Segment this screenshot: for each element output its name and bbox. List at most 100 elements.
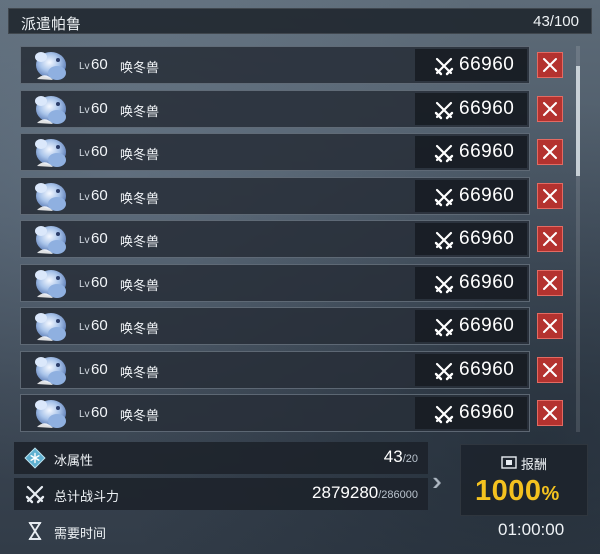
pal-row-body[interactable]: Lv 60 唤冬兽 66960: [20, 394, 530, 432]
ice-pal-portrait: [35, 313, 66, 341]
remove-pal-button[interactable]: [537, 139, 563, 165]
close-icon: [543, 232, 557, 246]
crossed-swords-icon: [434, 362, 454, 380]
power-value: 66960: [459, 97, 515, 119]
reward-unit: %: [541, 483, 560, 505]
pal-row[interactable]: Lv 60 唤冬兽 66960: [20, 133, 572, 171]
ice-pal-portrait: [35, 95, 66, 124]
pal-name: 唤冬兽: [120, 365, 160, 381]
remove-pal-button[interactable]: [537, 95, 563, 122]
pal-row-body[interactable]: Lv 60 唤冬兽 66960: [20, 350, 530, 389]
pal-row-body[interactable]: Lv 60 唤冬兽 66960: [20, 176, 530, 215]
pal-row[interactable]: Lv 60 唤冬兽 66960: [20, 46, 572, 84]
pal-name: 唤冬兽: [120, 191, 160, 207]
pal-name: 唤冬兽: [120, 409, 160, 424]
element-row: 冰属性 43/20: [14, 442, 428, 474]
level-value: 60: [91, 230, 108, 247]
ice-pal-portrait: [35, 52, 66, 80]
pal-row-body[interactable]: Lv 60 唤冬兽 66960: [20, 89, 530, 128]
power-box: 66960: [415, 136, 527, 168]
pal-name: 唤冬兽: [120, 322, 160, 337]
pal-name: 唤冬兽: [120, 148, 160, 163]
crossed-swords-icon: [434, 144, 454, 163]
level-value: 60: [91, 404, 108, 421]
close-icon: [543, 406, 557, 420]
power-box: 66960: [415, 223, 527, 255]
level-value: 60: [91, 186, 108, 204]
level-prefix: Lv: [79, 365, 90, 377]
total-power-label: 总计战斗力: [54, 490, 120, 505]
level-prefix: Lv: [79, 191, 90, 203]
remove-pal-button[interactable]: [537, 313, 563, 339]
scrollbar-thumb[interactable]: [576, 66, 580, 176]
pal-list[interactable]: Lv 60 唤冬兽 66960 Lv 60 唤冬兽 66960 Lv 60 唤冬…: [20, 46, 572, 432]
remove-pal-button[interactable]: [537, 182, 563, 209]
level-value: 60: [91, 317, 108, 334]
level-prefix: Lv: [79, 235, 90, 246]
power-box: 66960: [415, 353, 527, 386]
level-prefix: Lv: [79, 61, 90, 72]
close-icon: [543, 362, 557, 377]
pal-row[interactable]: Lv 60 唤冬兽 66960: [20, 176, 572, 215]
crossed-swords-icon: [434, 275, 454, 293]
crossed-swords-icon: [434, 57, 454, 76]
level-value: 60: [91, 273, 108, 291]
level-prefix: Lv: [79, 322, 90, 333]
pal-row[interactable]: Lv 60 唤冬兽 66960: [20, 307, 572, 345]
power-box: 66960: [415, 179, 527, 212]
pal-row[interactable]: Lv 60 唤冬兽 66960: [20, 350, 572, 389]
dispatch-count: 43/100: [533, 13, 579, 30]
reward-chest-icon: [501, 456, 517, 469]
close-icon: [543, 145, 557, 159]
pal-row-body[interactable]: Lv 60 唤冬兽 66960: [20, 263, 530, 302]
element-label: 冰属性: [54, 454, 94, 469]
page-title: 派遣帕鲁: [21, 15, 82, 33]
element-value: 43/20: [384, 447, 418, 467]
remove-pal-button[interactable]: [537, 52, 563, 78]
pal-row[interactable]: Lv 60 唤冬兽 66960: [20, 89, 572, 128]
summary-panel: 冰属性 43/20 总计战斗力 2879280/286000 需要时间: [14, 442, 428, 550]
level-value: 60: [91, 56, 108, 73]
dispatch-header: 派遣帕鲁 43/100: [8, 8, 592, 34]
pal-row-body[interactable]: Lv 60 唤冬兽 66960: [20, 307, 530, 345]
pal-row-body[interactable]: Lv 60 唤冬兽 66960: [20, 220, 530, 258]
power-value: 66960: [459, 54, 515, 75]
time-value: 01:00:00: [498, 520, 565, 539]
level-prefix: Lv: [79, 409, 90, 420]
pal-row[interactable]: Lv 60 唤冬兽 66960: [20, 220, 572, 258]
power-value: 66960: [459, 402, 515, 423]
power-value: 66960: [459, 271, 515, 293]
element-required: /20: [402, 453, 418, 465]
crossed-swords-icon: [434, 188, 454, 206]
crossed-swords-icon: [25, 485, 45, 504]
crossed-swords-icon: [434, 405, 454, 424]
pal-row[interactable]: Lv 60 唤冬兽 66960: [20, 263, 572, 302]
crossed-swords-icon: [434, 318, 454, 337]
pal-row[interactable]: Lv 60 唤冬兽 66960: [20, 394, 572, 432]
ice-pal-portrait: [35, 400, 66, 428]
power-value: 66960: [459, 228, 515, 249]
ice-pal-portrait: [35, 226, 66, 254]
list-scrollbar[interactable]: [576, 46, 580, 432]
close-icon: [543, 58, 557, 72]
power-value: 66960: [459, 358, 515, 380]
time-label: 需要时间: [54, 527, 107, 542]
element-current: 43: [383, 447, 403, 466]
pal-row-body[interactable]: Lv 60 唤冬兽 66960: [20, 133, 530, 171]
ice-pal-portrait: [35, 269, 66, 298]
remove-pal-button[interactable]: [537, 400, 563, 426]
power-box: 66960: [415, 397, 527, 429]
pal-row-body[interactable]: Lv 60 唤冬兽 66960: [20, 46, 530, 84]
level-prefix: Lv: [79, 148, 90, 159]
reward-number: 1000: [475, 475, 542, 507]
arrow-indicator-icon: ›››: [432, 466, 442, 496]
level-value: 60: [91, 99, 108, 117]
ice-pal-portrait: [35, 356, 66, 385]
remove-pal-button[interactable]: [537, 269, 563, 296]
power-value: 66960: [459, 184, 515, 206]
power-box: 66960: [415, 266, 527, 299]
remove-pal-button[interactable]: [537, 226, 563, 252]
level-prefix: Lv: [79, 278, 90, 290]
time-row: 需要时间: [14, 514, 428, 548]
remove-pal-button[interactable]: [537, 356, 563, 383]
